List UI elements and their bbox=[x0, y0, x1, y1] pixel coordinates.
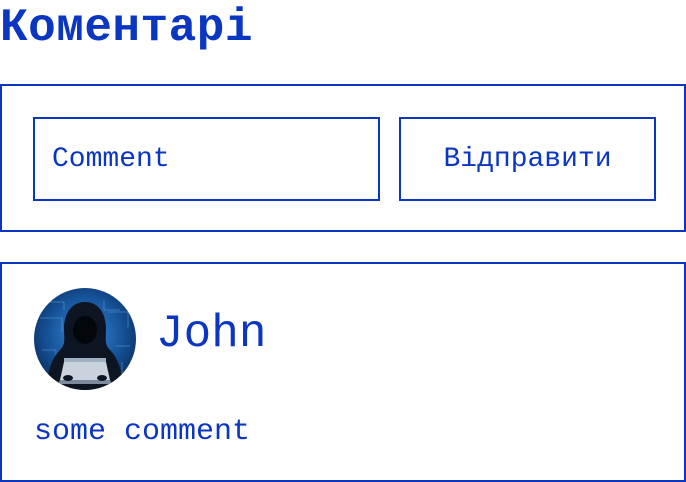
comment-author: John bbox=[156, 308, 267, 360]
comment-form: Відправити bbox=[0, 84, 686, 232]
comment-card: John some comment bbox=[0, 262, 686, 482]
page-title: Коментарі bbox=[0, 2, 253, 54]
submit-button[interactable]: Відправити bbox=[399, 117, 656, 201]
comments-page: Коментарі Відправити bbox=[0, 0, 686, 482]
comment-input[interactable] bbox=[33, 117, 380, 201]
comment-text: some comment bbox=[34, 415, 251, 449]
hooded-hacker-avatar-icon bbox=[34, 288, 136, 390]
